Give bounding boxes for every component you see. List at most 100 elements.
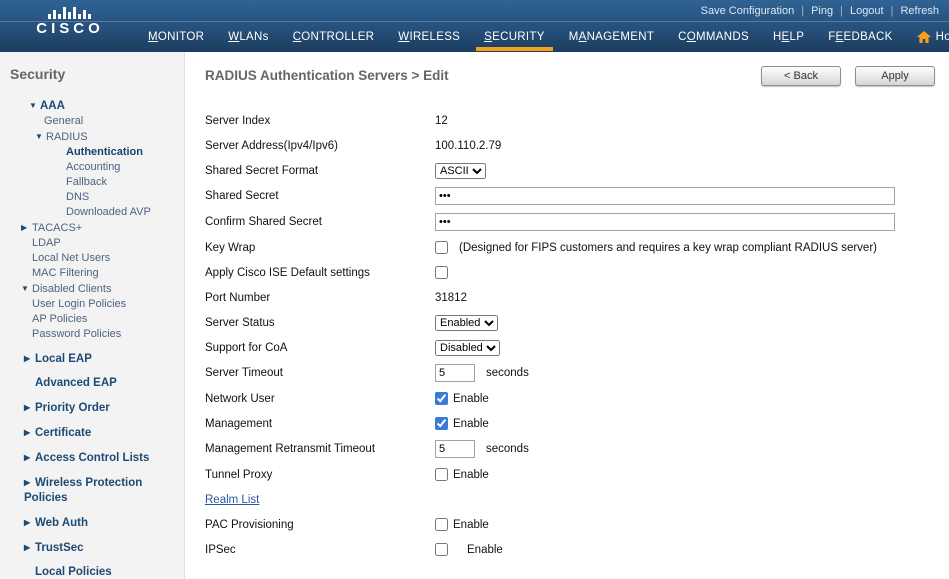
nav-label-part: ECURITY: [492, 31, 545, 43]
sidebar-item-priority-order[interactable]: ▶Priority Order: [8, 400, 178, 416]
nav-label-part: E: [782, 31, 790, 43]
form-row-apply-ise: Apply Cisco ISE Default settings: [205, 264, 935, 281]
nav-label-part: ONITOR: [158, 31, 204, 43]
sidebar-item-general[interactable]: General: [8, 114, 178, 129]
nav-label-part: NAGEMENT: [587, 31, 655, 43]
save-configuration-link[interactable]: Save Configuration: [701, 5, 795, 17]
nav-label-part: A: [579, 31, 587, 43]
form-row-port-number: Port Number 31812: [205, 289, 935, 306]
shared-secret-format-select[interactable]: ASCII: [435, 163, 486, 179]
nav-tab-security[interactable]: SECURITY: [484, 22, 545, 51]
nav-home[interactable]: Home: [917, 22, 949, 51]
sidebar-item-label: LDAP: [32, 237, 61, 249]
form-row-server-timeout: Server Timeout seconds: [205, 364, 935, 382]
sidebar-item-fallback[interactable]: Fallback: [8, 175, 178, 190]
support-coa-select[interactable]: Disabled: [435, 340, 500, 356]
nav-tab-help[interactable]: HELP: [773, 22, 804, 51]
nav-label-part: F: [828, 31, 835, 43]
sidebar-item-label: Disabled Clients: [32, 283, 111, 295]
sidebar-item-certificate[interactable]: ▶Certificate: [8, 425, 178, 441]
pac-provisioning-checkbox[interactable]: [435, 518, 448, 531]
ipsec-label: IPSec: [205, 544, 435, 556]
sidebar-item-tacacs[interactable]: ▶TACACS+: [8, 220, 178, 236]
back-button[interactable]: < Back: [761, 66, 841, 86]
server-timeout-unit-label: seconds: [486, 367, 529, 379]
network-user-label: Network User: [205, 393, 435, 405]
nav-tab-commands[interactable]: COMMANDS: [678, 22, 749, 51]
key-wrap-checkbox[interactable]: [435, 241, 448, 254]
nav-label-part: C: [678, 31, 687, 43]
sidebar-item-label: Password Policies: [32, 328, 121, 340]
sidebar-item-ap-policies[interactable]: AP Policies: [8, 312, 178, 327]
nav-tab-monitor[interactable]: MONITOR: [148, 22, 204, 51]
sidebar-title: Security: [10, 66, 178, 82]
ipsec-checkbox[interactable]: [435, 543, 448, 556]
confirm-shared-secret-label: Confirm Shared Secret: [205, 216, 435, 228]
sidebar-item-label: TACACS+: [32, 222, 82, 234]
form-row-server-address: Server Address(Ipv4/Ipv6) 100.110.2.79: [205, 137, 935, 154]
sidebar-item-web-auth[interactable]: ▶Web Auth: [8, 515, 178, 531]
sidebar-item-wireless-protection-policies[interactable]: ▶Wireless Protection Policies: [8, 475, 178, 506]
sidebar-item-label: Access Control Lists: [35, 452, 149, 464]
nav-tab-wlans[interactable]: WLANs: [228, 22, 268, 51]
sidebar-item-dns[interactable]: DNS: [8, 190, 178, 205]
confirm-shared-secret-input[interactable]: [435, 213, 895, 231]
sidebar-item-access-control-lists[interactable]: ▶Access Control Lists: [8, 450, 178, 466]
tunnel-proxy-checkbox[interactable]: [435, 468, 448, 481]
main-content: RADIUS Authentication Servers > Edit < B…: [185, 52, 949, 579]
server-address-value: 100.110.2.79: [435, 140, 501, 152]
sidebar-item-local-policies[interactable]: Local Policies: [8, 565, 178, 579]
sidebar-item-label: Local Policies: [35, 566, 112, 578]
network-user-checkbox[interactable]: [435, 392, 448, 405]
sidebar-item-radius[interactable]: ▼RADIUS: [8, 129, 178, 145]
nav-tab-wireless[interactable]: WIRELESS: [398, 22, 460, 51]
refresh-link[interactable]: Refresh: [900, 5, 939, 17]
nav-label-part: M: [569, 31, 579, 43]
nav-home-label: Home: [936, 31, 949, 43]
form-row-shared-secret: Shared Secret: [205, 187, 935, 205]
sidebar-item-aaa[interactable]: ▼AAA: [8, 98, 178, 114]
nav-label-part: LP: [790, 31, 805, 43]
sidebar-item-ldap[interactable]: LDAP: [8, 236, 178, 251]
cisco-logo: CISCO: [20, 5, 120, 37]
sidebar-item-local-eap[interactable]: ▶Local EAP: [8, 351, 178, 367]
shared-secret-input[interactable]: [435, 187, 895, 205]
ping-link[interactable]: Ping: [811, 5, 833, 17]
sidebar-item-trustsec[interactable]: ▶TrustSec: [8, 540, 178, 556]
sidebar-item-local-net-users[interactable]: Local Net Users: [8, 251, 178, 266]
form-row-shared-secret-format: Shared Secret Format ASCII: [205, 162, 935, 179]
logout-link[interactable]: Logout: [850, 5, 884, 17]
sidebar-item-accounting[interactable]: Accounting: [8, 160, 178, 175]
sidebar-item-password-policies[interactable]: Password Policies: [8, 327, 178, 342]
sidebar-item-label: Accounting: [66, 161, 120, 173]
sidebar-item-label: Advanced EAP: [35, 377, 117, 389]
sidebar-item-downloaded-avp[interactable]: Downloaded AVP: [8, 205, 178, 220]
server-timeout-input[interactable]: [435, 364, 475, 382]
sidebar-item-user-login-policies[interactable]: User Login Policies: [8, 297, 178, 312]
form-row-confirm-shared-secret: Confirm Shared Secret: [205, 213, 935, 231]
server-status-label: Server Status: [205, 317, 435, 329]
nav-tab-feedback[interactable]: FEEDBACK: [828, 22, 892, 51]
apply-ise-label: Apply Cisco ISE Default settings: [205, 267, 435, 279]
nav-tab-controller[interactable]: CONTROLLER: [293, 22, 375, 51]
sidebar-item-advanced-eap[interactable]: Advanced EAP: [8, 376, 178, 391]
management-checkbox[interactable]: [435, 417, 448, 430]
nav-tab-management[interactable]: MANAGEMENT: [569, 22, 654, 51]
sidebar-item-mac-filtering[interactable]: MAC Filtering: [8, 266, 178, 281]
pac-provisioning-label: PAC Provisioning: [205, 519, 435, 531]
apply-button[interactable]: Apply: [855, 66, 935, 86]
apply-ise-checkbox[interactable]: [435, 266, 448, 279]
server-address-label: Server Address(Ipv4/Ipv6): [205, 140, 435, 152]
expanded-arrow-icon: ▼: [21, 281, 32, 296]
support-coa-label: Support for CoA: [205, 342, 435, 354]
sidebar-item-label: Fallback: [66, 176, 107, 188]
server-status-select[interactable]: Enabled: [435, 315, 498, 331]
shared-secret-label: Shared Secret: [205, 190, 435, 202]
sidebar-item-authentication[interactable]: Authentication: [8, 145, 178, 160]
mgmt-retransmit-timeout-input[interactable]: [435, 440, 475, 458]
sidebar-item-disabled-clients[interactable]: ▼Disabled Clients: [8, 281, 178, 297]
realm-list-link[interactable]: Realm List: [205, 494, 259, 506]
tunnel-proxy-label: Tunnel Proxy: [205, 469, 435, 481]
page-title: RADIUS Authentication Servers > Edit: [205, 66, 449, 83]
form-row-pac-provisioning: PAC Provisioning Enable: [205, 516, 935, 533]
